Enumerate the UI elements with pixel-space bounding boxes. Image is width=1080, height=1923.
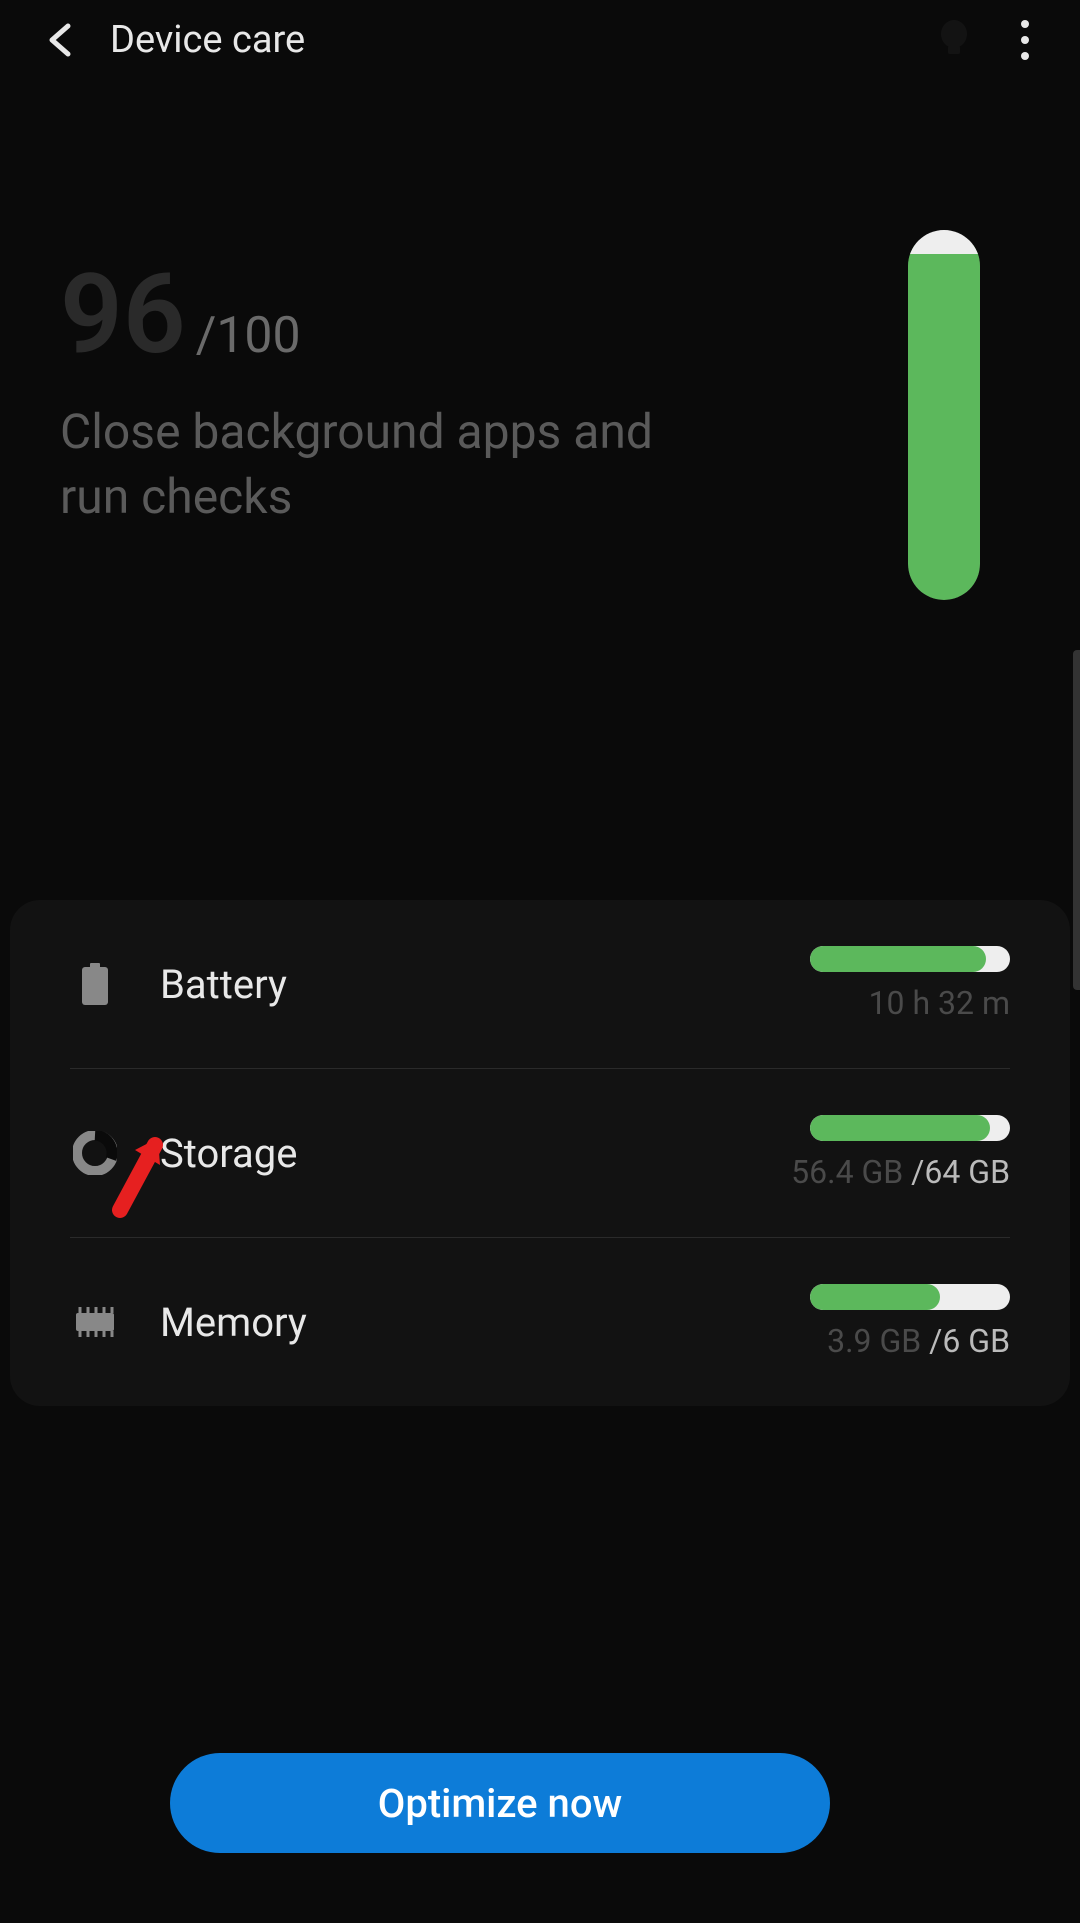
dot-icon (1021, 20, 1029, 28)
storage-total: /64 GB (911, 1153, 1010, 1191)
scroll-indicator (1073, 650, 1080, 990)
storage-label: Storage (160, 1130, 297, 1177)
storage-text: 56.4 GB /64 GB (791, 1153, 1010, 1191)
battery-icon (70, 959, 120, 1009)
more-options-button[interactable] (1010, 20, 1040, 60)
memory-used: 3.9 GB (827, 1322, 929, 1360)
storage-stats: 56.4 GB /64 GB (791, 1115, 1010, 1191)
battery-time: 10 h 32 m (869, 984, 1010, 1022)
battery-progress-fill (810, 946, 986, 972)
score-section: 96 /100 Close background apps and run ch… (0, 80, 1080, 570)
memory-total: /6 GB (929, 1322, 1010, 1360)
score-bar-fill (908, 245, 980, 600)
score-display: 96 /100 (60, 260, 1020, 370)
score-value: 96 (60, 260, 186, 370)
battery-row[interactable]: Battery 10 h 32 m (70, 900, 1010, 1069)
header-actions (938, 20, 1040, 60)
storage-progress (810, 1115, 1010, 1141)
dot-icon (1021, 52, 1029, 60)
bulb-icon[interactable] (938, 20, 970, 60)
back-button[interactable] (40, 20, 80, 60)
storage-used: 56.4 GB (791, 1153, 911, 1191)
storage-progress-fill (810, 1115, 990, 1141)
battery-progress (810, 946, 1010, 972)
battery-label: Battery (160, 961, 287, 1008)
storage-icon (70, 1128, 120, 1178)
battery-stats: 10 h 32 m (810, 946, 1010, 1022)
memory-label: Memory (160, 1299, 307, 1346)
memory-progress (810, 1284, 1010, 1310)
memory-row[interactable]: Memory 3.9 GB /6 GB (70, 1238, 1010, 1406)
memory-text: 3.9 GB /6 GB (827, 1322, 1010, 1360)
cards-section: Battery 10 h 32 m Storage 56.4 GB /64 GB (10, 900, 1070, 1406)
optimize-button[interactable]: Optimize now (170, 1753, 830, 1853)
page-title: Device care (110, 18, 305, 62)
score-description: Close background apps and run checks (60, 400, 660, 530)
chevron-left-icon (46, 20, 74, 60)
storage-row[interactable]: Storage 56.4 GB /64 GB (70, 1069, 1010, 1238)
score-max: /100 (196, 307, 301, 365)
dot-icon (1021, 36, 1029, 44)
memory-progress-fill (810, 1284, 940, 1310)
optimize-label: Optimize now (378, 1780, 622, 1827)
memory-stats: 3.9 GB /6 GB (810, 1284, 1010, 1360)
score-bar-cap (908, 230, 980, 254)
memory-icon (70, 1297, 120, 1347)
header: Device care (0, 0, 1080, 80)
score-vertical-bar (908, 230, 980, 600)
